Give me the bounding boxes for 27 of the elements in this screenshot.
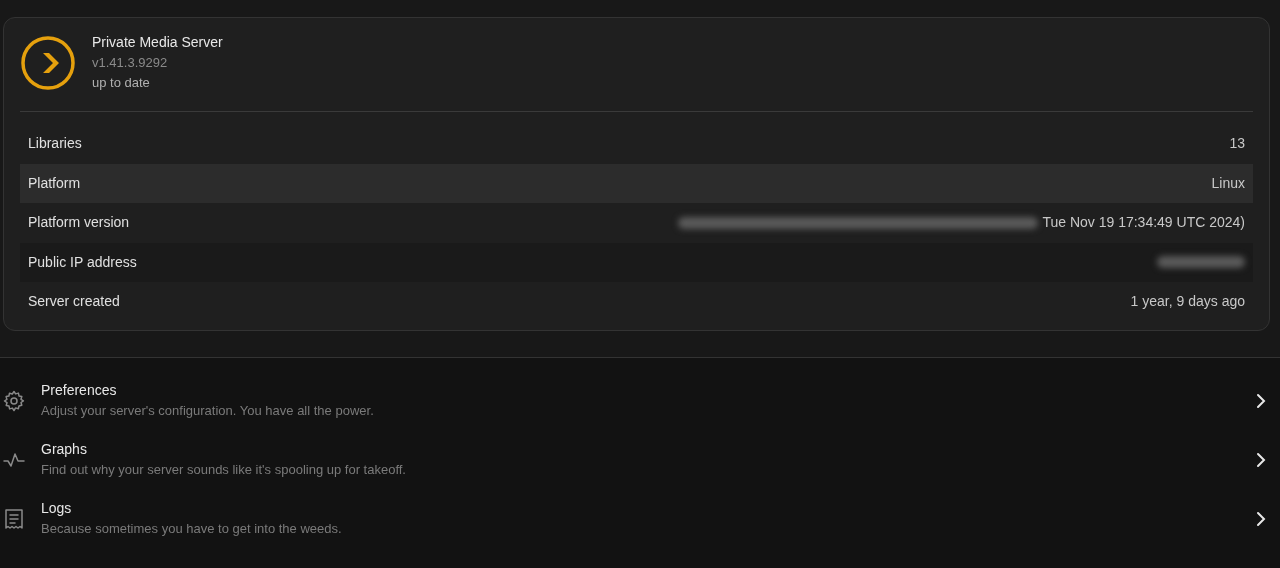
receipt-icon xyxy=(2,507,26,531)
menu-item-title: Graphs xyxy=(41,440,88,459)
server-logo-icon xyxy=(20,34,76,91)
settings-icon xyxy=(2,389,26,413)
detail-value: Tue Nov 19 17:34:49 UTC 2024) xyxy=(1042,213,1245,233)
detail-label: Public IP address xyxy=(28,252,137,272)
server-name: Private Media Server xyxy=(92,33,223,52)
chevron-right-icon xyxy=(1256,393,1266,409)
detail-label: Platform version xyxy=(28,213,130,233)
chevron-right-icon xyxy=(1256,452,1266,468)
update-status: up to date xyxy=(92,74,151,92)
detail-value: 13 xyxy=(1229,134,1245,154)
detail-value: 1 year, 9 days ago xyxy=(1130,292,1245,312)
menu-item-title: Preferences xyxy=(41,381,118,400)
chevron-right-icon xyxy=(1256,511,1266,527)
menu-item[interactable]: Logs Because sometimes you have to get into the weeds. xyxy=(0,489,1280,549)
menu-item[interactable]: Graphs Find out why your server sounds like it's spooling up for takeoff. xyxy=(0,430,1280,490)
detail-label: Platform xyxy=(28,173,81,193)
server-version: v1.41.3.9292 xyxy=(92,54,169,72)
detail-value: Linux xyxy=(1211,173,1245,193)
menu-item-description: Adjust your server's configuration. You have all the power. xyxy=(41,402,375,420)
menu-item-title: Logs xyxy=(41,499,73,518)
menu-item-description: Find out why your server sounds like it's spooling up for takeoff. xyxy=(41,461,407,479)
detail-label: Libraries xyxy=(28,134,82,154)
menu-item[interactable]: Preferences Adjust your server's configuration. You have all the power. xyxy=(0,371,1280,431)
detail-label: Server created xyxy=(28,292,120,312)
menu-item-description: Because sometimes you have to get into the weeds. xyxy=(41,520,343,538)
